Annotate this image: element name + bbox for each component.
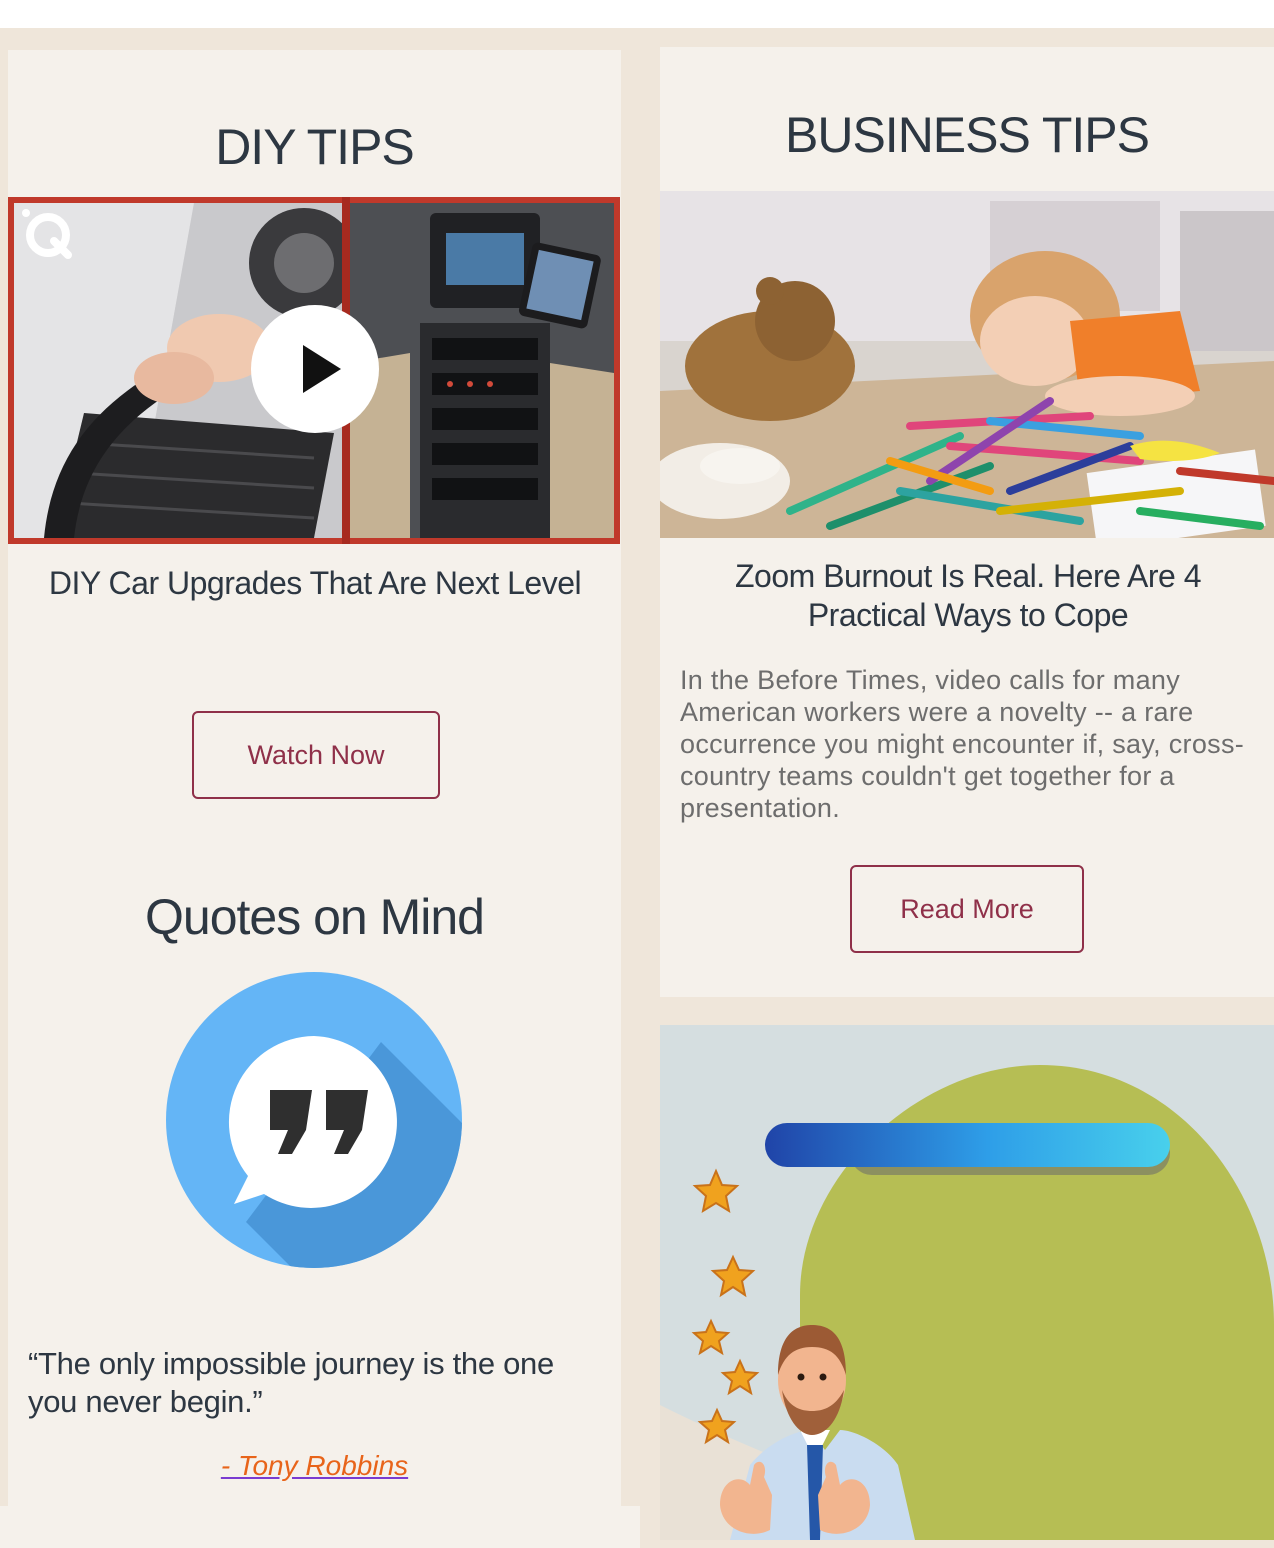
quote-author-link[interactable]: - Tony Robbins — [8, 1450, 621, 1482]
quote-text: “The only impossible journey is the one … — [28, 1346, 554, 1419]
car-console-photo — [350, 203, 614, 538]
watch-now-button[interactable]: Watch Now — [192, 711, 440, 799]
promo-illustration — [660, 1025, 1274, 1540]
video-thumbnail[interactable] — [8, 197, 620, 544]
sleeping-child-photo — [660, 191, 1274, 538]
play-button[interactable] — [251, 305, 379, 433]
diy-article-title[interactable]: DIY Car Upgrades That Are Next Level — [30, 564, 600, 603]
quote-bubble-icon — [166, 972, 462, 1268]
diy-tips-heading: DIY TIPS — [215, 119, 415, 175]
business-article-excerpt: In the Before Times, video calls for man… — [680, 665, 1245, 823]
left-column-footer — [0, 1506, 640, 1548]
play-icon — [303, 345, 341, 393]
q-logo-icon — [22, 209, 72, 259]
read-more-button[interactable]: Read More — [850, 865, 1084, 953]
business-tips-heading: BUSINESS TIPS — [785, 107, 1150, 163]
business-article-title[interactable]: Zoom Burnout Is Real. Here Are 4 Practic… — [680, 557, 1256, 635]
quotes-heading: Quotes on Mind — [145, 889, 485, 945]
